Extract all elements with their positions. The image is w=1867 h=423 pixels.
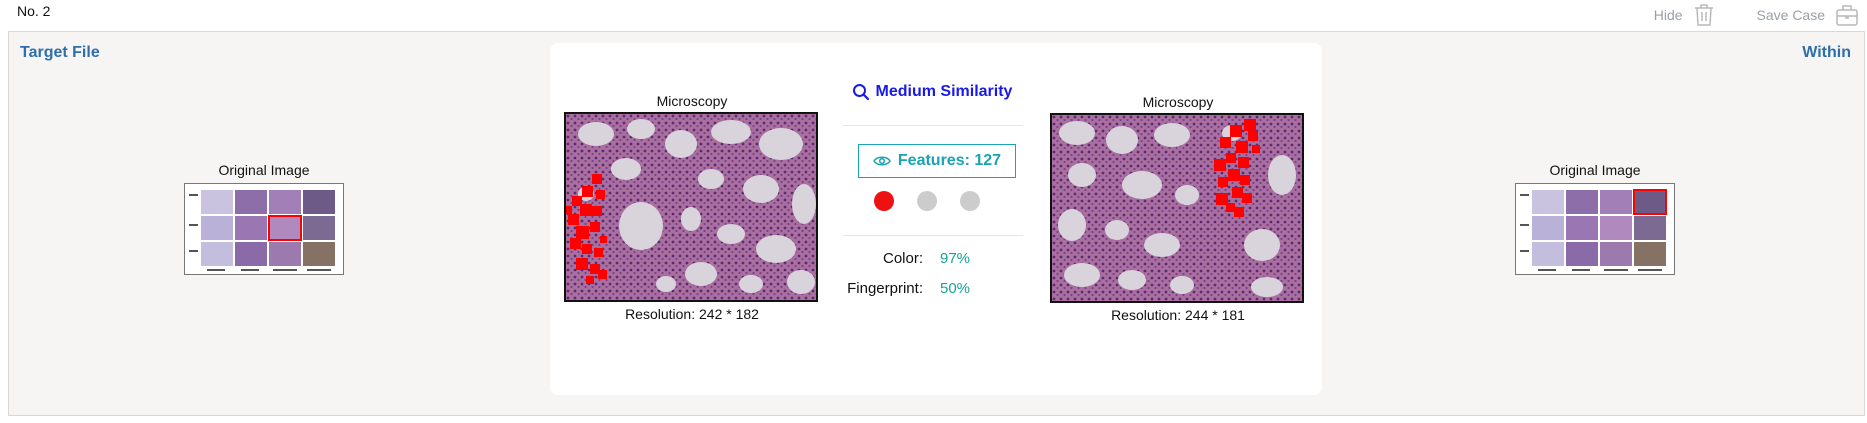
comparison-card: Microscopy Resolution: 242 * 182 Medium … <box>550 43 1322 395</box>
left-microscopy-image[interactable] <box>564 112 818 302</box>
similarity-summary: Medium Similarity Features: 127 Color: 9… <box>839 43 1025 395</box>
similarity-label: Medium Similarity <box>875 83 1013 100</box>
right-microscopy-caption: Microscopy <box>1142 94 1214 110</box>
fingerprint-metric-value: 50% <box>940 280 971 297</box>
search-icon <box>852 84 869 101</box>
left-original-thumbnail[interactable] <box>184 183 344 275</box>
save-case-button[interactable]: Save Case <box>1757 3 1859 27</box>
trash-icon <box>1694 4 1713 26</box>
match-page-dots <box>874 191 1003 211</box>
features-button[interactable]: Features: 127 <box>858 144 1016 178</box>
fingerprint-metric-label: Fingerprint: <box>847 280 923 297</box>
case-actions: Hide Save Case <box>1654 0 1867 30</box>
briefcase-icon <box>1836 5 1858 26</box>
comparison-panel: Target File Within Original Image Origin… <box>8 31 1865 416</box>
right-resolution-text: Resolution: 244 * 181 <box>1111 307 1245 323</box>
right-microscopy-image[interactable] <box>1050 113 1304 303</box>
target-file-title: Target File <box>20 44 100 61</box>
figure-thumbnail-graphic <box>1516 184 1674 274</box>
tissue-image-graphic <box>1052 115 1302 301</box>
hide-button[interactable]: Hide <box>1654 3 1715 27</box>
left-microscopy-block: Microscopy Resolution: 242 * 182 <box>564 93 820 322</box>
match-dot-3[interactable] <box>960 191 980 211</box>
figure-thumbnail-graphic <box>185 184 343 274</box>
features-label: Features: 127 <box>897 152 1002 169</box>
right-microscopy-block: Microscopy Resolution: 244 * 181 <box>1050 94 1306 323</box>
left-resolution-text: Resolution: 242 * 182 <box>625 306 759 322</box>
match-dot-1[interactable] <box>874 191 894 211</box>
right-original-image-block: Original Image <box>1514 162 1676 275</box>
left-original-image-block: Original Image <box>183 162 345 275</box>
within-title: Within <box>1802 44 1851 61</box>
divider <box>843 125 1023 126</box>
divider <box>843 235 1023 236</box>
hide-label: Hide <box>1653 7 1683 23</box>
match-dot-2[interactable] <box>917 191 937 211</box>
left-microscopy-caption: Microscopy <box>656 93 728 109</box>
tissue-image-graphic <box>566 114 816 300</box>
left-original-caption: Original Image <box>218 162 310 178</box>
color-metric-label: Color: <box>882 250 923 267</box>
right-original-caption: Original Image <box>1549 162 1641 178</box>
color-metric-value: 97% <box>940 250 971 267</box>
right-original-thumbnail[interactable] <box>1515 183 1675 275</box>
save-case-label: Save Case <box>1756 7 1825 23</box>
similarity-level: Medium Similarity <box>839 83 1025 101</box>
eye-icon <box>873 156 891 166</box>
case-number: No. 2 <box>17 3 51 19</box>
